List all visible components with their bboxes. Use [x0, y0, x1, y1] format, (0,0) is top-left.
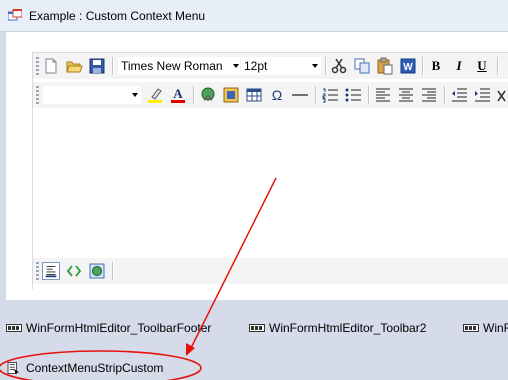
main-toolbar: Times New Roman 12pt W B I U: [33, 53, 508, 79]
tray-component-label: WinForm: [483, 321, 508, 335]
preview-browser-icon[interactable]: [88, 262, 106, 280]
design-view-icon[interactable]: [42, 262, 60, 280]
toolbar-separator: [112, 57, 114, 75]
window-title: Example : Custom Context Menu: [29, 9, 206, 23]
font-size-combobox[interactable]: 12pt: [240, 56, 322, 76]
tray-component-label: ContextMenuStripCustom: [26, 361, 164, 375]
tray-component-label: WinFormHtmlEditor_ToolbarFooter: [26, 321, 212, 335]
footer-toolbar: [33, 258, 508, 284]
highlight-color-icon[interactable]: [146, 86, 164, 104]
svg-text:W: W: [403, 62, 413, 73]
paste-clipboard-icon[interactable]: [376, 57, 394, 75]
font-size-value: 12pt: [244, 59, 268, 73]
chevron-down-icon[interactable]: [132, 93, 138, 97]
align-center-icon[interactable]: [397, 86, 415, 104]
bullet-list-icon[interactable]: [344, 86, 362, 104]
insert-table-icon[interactable]: [245, 86, 263, 104]
font-name-value: Times New Roman: [121, 59, 223, 73]
chevron-down-icon[interactable]: [233, 64, 239, 68]
toolbar-separator: [193, 86, 195, 104]
toolbar-separator: [112, 262, 114, 280]
chevron-down-icon[interactable]: [312, 64, 318, 68]
toolbar-separator: [325, 57, 327, 75]
toolbar-separator: [497, 57, 499, 75]
toolbar-separator: [368, 86, 370, 104]
format-toolbar: A Ω 2: [33, 82, 508, 108]
numbered-list-icon[interactable]: [321, 86, 339, 104]
save-disk-icon[interactable]: [88, 57, 106, 75]
paste-from-word-icon[interactable]: W: [399, 57, 417, 75]
cut-scissors-icon[interactable]: [330, 57, 348, 75]
underline-button[interactable]: U: [473, 57, 491, 75]
toolbar-separator: [315, 86, 317, 104]
superscript-icon[interactable]: 2: [496, 86, 508, 104]
form-left-border: [0, 32, 6, 300]
toolbar-grip[interactable]: [36, 262, 39, 280]
tray-component-label: WinFormHtmlEditor_Toolbar2: [269, 321, 427, 335]
toolstrip-component-icon: [463, 324, 479, 332]
align-right-icon[interactable]: [420, 86, 438, 104]
paragraph-style-combobox[interactable]: [42, 85, 142, 105]
source-code-view-icon[interactable]: [65, 262, 83, 280]
new-document-icon[interactable]: [42, 57, 60, 75]
insert-symbol-omega-button[interactable]: Ω: [268, 86, 286, 104]
toolbar-grip[interactable]: [36, 57, 39, 75]
font-color-icon[interactable]: A: [169, 86, 187, 104]
insert-link-icon[interactable]: [199, 86, 217, 104]
toolbar-grip[interactable]: [36, 86, 39, 104]
font-name-combobox[interactable]: Times New Roman: [117, 56, 243, 76]
window-title-bar[interactable]: Example : Custom Context Menu: [0, 0, 508, 32]
app-window-icon: [8, 9, 22, 21]
toolstrip-component-icon: [249, 324, 265, 332]
svg-text:A: A: [173, 86, 183, 101]
open-folder-icon[interactable]: [65, 57, 83, 75]
toolbar-separator: [422, 57, 424, 75]
outdent-icon[interactable]: [450, 86, 468, 104]
copy-icon[interactable]: [353, 57, 371, 75]
toolbar-separator: [444, 86, 446, 104]
horizontal-rule-icon[interactable]: [291, 86, 309, 104]
toolstrip-component-icon: [6, 324, 22, 332]
align-left-icon[interactable]: [374, 86, 392, 104]
italic-button[interactable]: I: [450, 57, 468, 75]
bold-button[interactable]: B: [427, 57, 445, 75]
context-menu-component-icon: [7, 362, 20, 374]
indent-icon[interactable]: [473, 86, 491, 104]
insert-image-icon[interactable]: [222, 86, 240, 104]
